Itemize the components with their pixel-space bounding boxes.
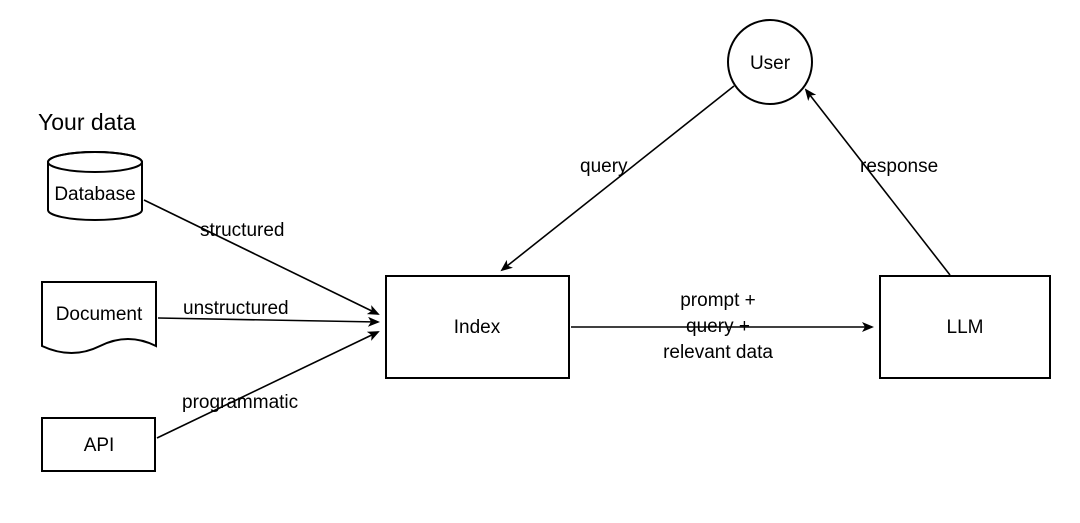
llm-node: LLM [880,276,1050,378]
user-label: User [750,53,791,74]
edge-response-label: response [860,156,938,177]
arrow-database-to-index [144,200,378,314]
diagram-canvas: Your data Database Document API Index Us… [0,0,1080,523]
edge-prompt-label-1: prompt + [680,290,756,311]
document-label: Document [56,304,143,325]
database-node: Database [48,152,142,220]
arrow-api-to-index [157,332,378,438]
edge-prompt-label-2: query + [686,316,750,337]
arrow-user-to-index [502,86,734,270]
api-node: API [42,418,155,471]
edge-programmatic-label: programmatic [182,392,298,413]
database-label: Database [54,184,135,205]
api-label: API [84,435,115,456]
arrow-llm-to-user [806,90,950,275]
user-node: User [728,20,812,104]
edge-prompt-label-3: relevant data [663,342,773,363]
section-title: Your data [38,109,136,135]
document-node: Document [42,282,156,353]
edge-query-label: query [580,156,628,177]
edge-structured-label: structured [200,220,284,241]
edge-unstructured-label: unstructured [183,298,289,319]
index-node: Index [386,276,569,378]
index-label: Index [454,317,501,338]
llm-label: LLM [947,317,984,338]
